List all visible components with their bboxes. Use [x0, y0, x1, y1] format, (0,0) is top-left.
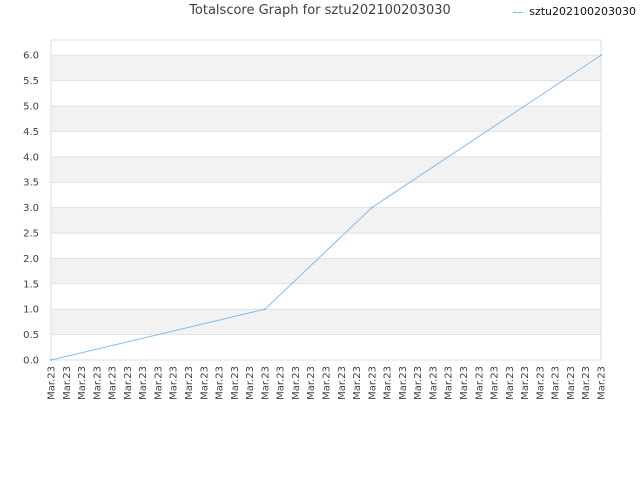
grid-band: [51, 334, 601, 360]
x-tick-label: Mar.23: [566, 366, 577, 400]
y-tick-label: 3.5: [23, 178, 39, 189]
x-tick-label: Mar.23: [306, 366, 317, 400]
y-tick-label: 2.0: [23, 254, 39, 265]
x-tick-label: Mar.23: [47, 366, 58, 400]
y-tick-label: 2.5: [23, 229, 39, 240]
x-tick-label: Mar.23: [581, 366, 592, 400]
x-tick-label: Mar.23: [337, 366, 348, 400]
x-tick-label: Mar.23: [291, 366, 302, 400]
x-tick-label: Mar.23: [505, 366, 516, 400]
x-tick-label: Mar.23: [444, 366, 455, 400]
grid-band: [51, 156, 601, 183]
x-tick-label: Mar.23: [490, 366, 501, 400]
x-tick-label: Mar.23: [398, 366, 409, 400]
x-tick-label: Mar.23: [383, 366, 394, 400]
x-tick-label: Mar.23: [62, 366, 73, 400]
x-tick-label: Mar.23: [597, 366, 608, 400]
x-tick-label: Mar.23: [260, 366, 271, 400]
x-axis-ticks: Mar.23 Mar.23 Mar.23 Mar.23 Mar.23 Mar.23 Mar.…: [47, 366, 608, 400]
grid-band: [51, 55, 601, 81]
y-tick-label: 0.0: [23, 356, 39, 367]
grid-band: [51, 207, 601, 234]
x-tick-label: Mar.23: [169, 366, 180, 400]
x-tick-label: Mar.23: [245, 366, 256, 400]
x-tick-label: Mar.23: [474, 366, 485, 400]
data-point: [263, 308, 266, 311]
data-point: [370, 206, 373, 209]
x-tick-label: Mar.23: [428, 366, 439, 400]
x-tick-label: Mar.23: [230, 366, 241, 400]
y-tick-label: 4.5: [23, 127, 39, 138]
y-tick-label: 1.0: [23, 305, 39, 316]
grid-band: [51, 182, 601, 208]
grid-band: [51, 283, 601, 310]
x-tick-label: Mar.23: [352, 366, 363, 400]
x-tick-label: Mar.23: [123, 366, 134, 400]
x-tick-label: Mar.23: [413, 366, 424, 400]
x-tick-label: Mar.23: [108, 366, 119, 400]
y-tick-label: 5.0: [23, 102, 39, 113]
grid-bands: [51, 40, 601, 360]
grid-band: [51, 131, 601, 157]
y-tick-label: 4.0: [23, 152, 39, 163]
x-tick-label: Mar.23: [92, 366, 103, 400]
y-tick-label: 1.5: [23, 279, 39, 290]
x-tick-label: Mar.23: [184, 366, 195, 400]
x-tick-label: Mar.23: [459, 366, 470, 400]
x-tick-label: Mar.23: [199, 366, 210, 400]
y-tick-label: 5.5: [23, 76, 39, 87]
x-tick-label: Mar.23: [535, 366, 546, 400]
grid-band: [51, 80, 601, 107]
y-tick-label: 0.5: [23, 330, 39, 341]
x-tick-label: Mar.23: [153, 366, 164, 400]
y-axis-ticks: 0.0 0.5 1.0 1.5 2.0 2.5 3.0 3.5 4.0 4.5 5.0 5.5 6.0: [23, 51, 39, 367]
x-tick-label: Mar.23: [322, 366, 333, 400]
x-tick-label: Mar.23: [276, 366, 287, 400]
grid-band: [51, 233, 601, 259]
grid-band: [51, 258, 601, 284]
x-tick-label: Mar.23: [520, 366, 531, 400]
x-tick-label: Mar.23: [138, 366, 149, 400]
data-point: [50, 359, 52, 361]
y-tick-label: 6.0: [23, 51, 39, 62]
data-point: [600, 54, 602, 57]
y-tick-label: 3.0: [23, 203, 39, 214]
x-tick-label: Mar.23: [551, 366, 562, 400]
x-tick-label: Mar.23: [215, 366, 226, 400]
grid-band: [51, 40, 601, 56]
line-chart: 0.00.51.01.52.02.53.03.54.04.55.05.56.0 …: [23, 39, 608, 400]
grid-band: [51, 309, 601, 335]
x-tick-label: Mar.23: [77, 366, 88, 400]
x-tick-label: Mar.23: [367, 366, 378, 400]
